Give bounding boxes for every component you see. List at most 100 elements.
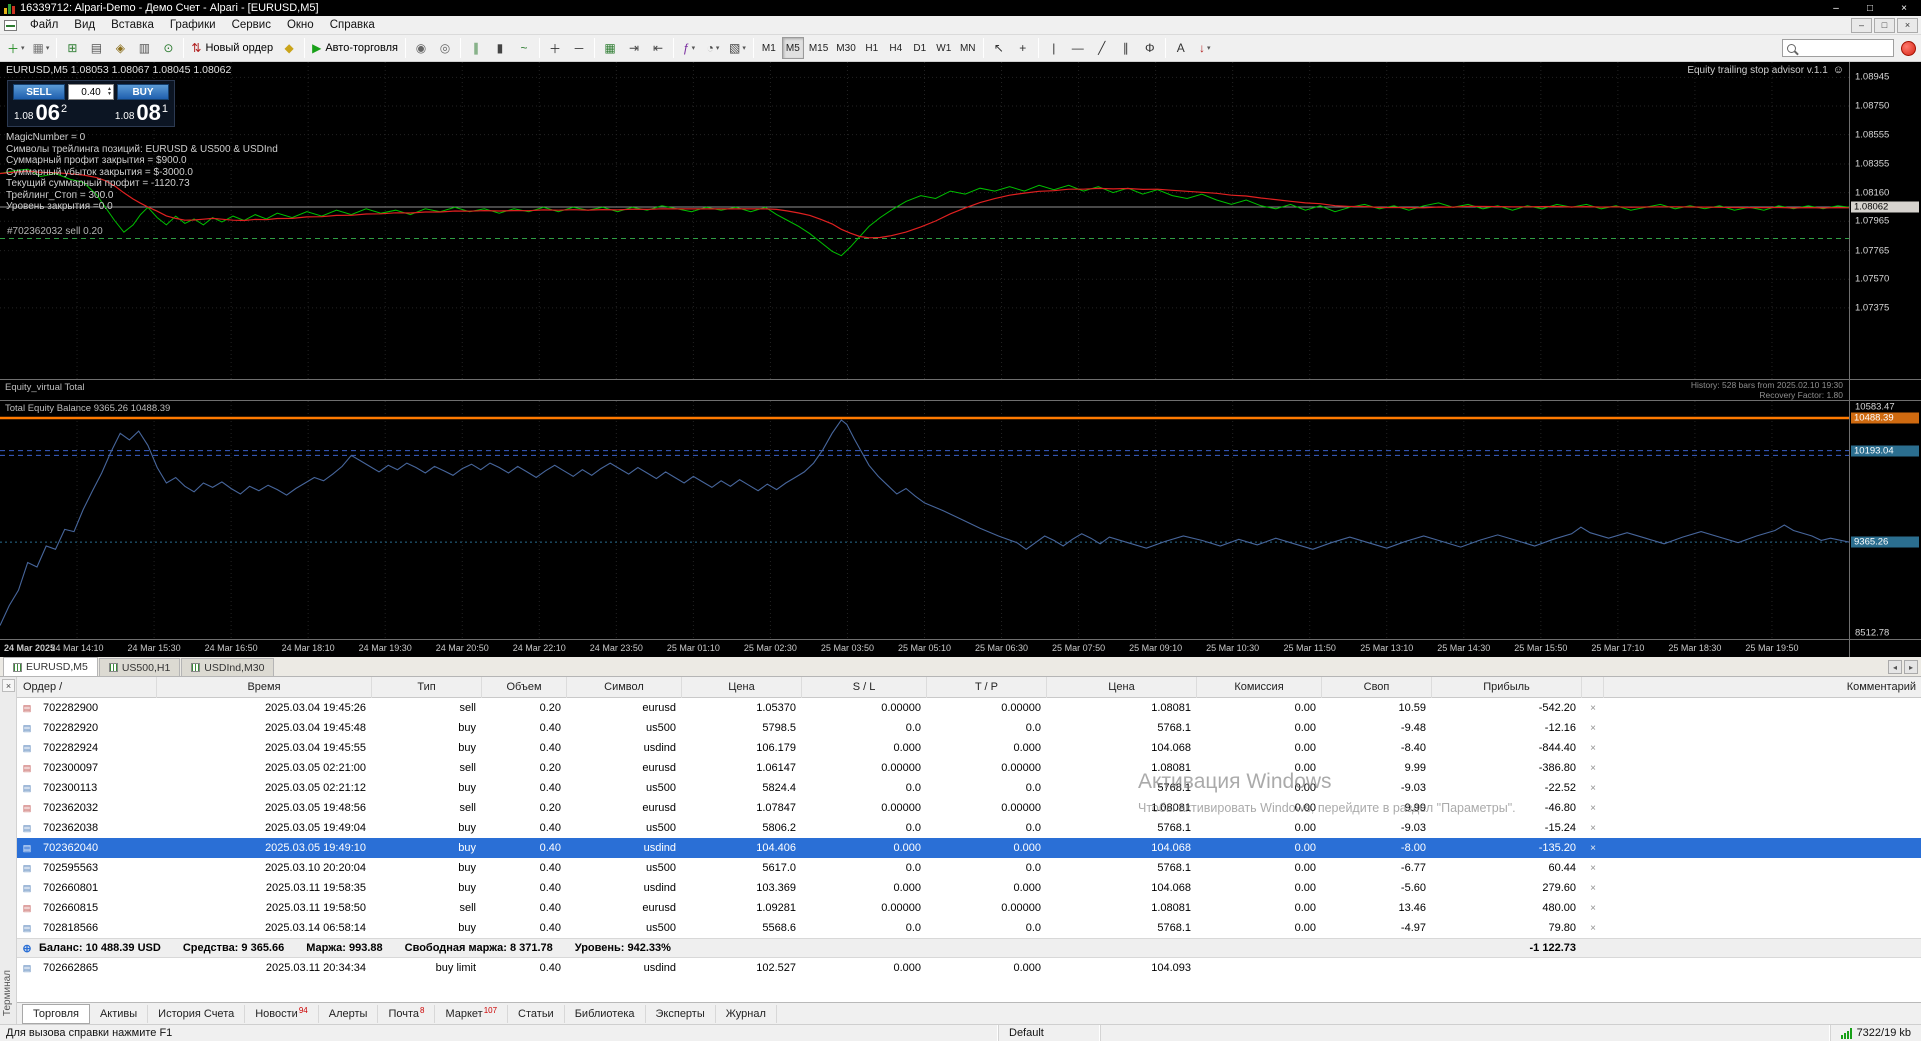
column-header[interactable]: Прибыль	[1432, 677, 1582, 698]
table-row[interactable]: ▤ 702660815 2025.03.11 19:58:50 sell 0.40 eur…	[17, 898, 1921, 918]
timeframe-h4[interactable]: H4	[885, 37, 907, 59]
mql5-community-icon[interactable]	[1901, 40, 1916, 56]
channel-button[interactable]: ∥	[1115, 37, 1137, 59]
menu-charts[interactable]: Графики	[162, 17, 224, 33]
column-header-comment[interactable]: Комментарий	[1604, 677, 1921, 698]
table-row[interactable]: ▤ 702300097 2025.03.05 02:21:00 sell 0.20 eur…	[17, 758, 1921, 778]
volume-input[interactable]: 0.40 ▲ ▼	[68, 84, 114, 100]
timeframe-w1[interactable]: W1	[933, 37, 955, 59]
time-axis[interactable]: 24 Mar 2025 24 Mar 14:10 24 Mar 15:30 24 Ma…	[0, 640, 1849, 657]
close-position-button[interactable]: ×	[1582, 883, 1604, 894]
candlestick-chart-button[interactable]: ▮	[489, 37, 511, 59]
tab-scroll-left-button[interactable]: ◂	[1888, 660, 1902, 674]
column-header[interactable]: Цена	[1047, 677, 1197, 698]
bar-chart-button[interactable]: ∥	[465, 37, 487, 59]
menu-help[interactable]: Справка	[322, 17, 383, 33]
indicator-scale[interactable]	[1850, 380, 1921, 400]
indicators-button[interactable]: ƒ ▾	[678, 37, 700, 59]
menu-tools[interactable]: Сервис	[224, 17, 279, 33]
timeframe-m1[interactable]: M1	[758, 37, 780, 59]
line-chart-button[interactable]: ~	[513, 37, 535, 59]
close-position-button[interactable]: ×	[1582, 783, 1604, 794]
close-position-button[interactable]: ×	[1582, 723, 1604, 734]
terminal-tab-journal[interactable]: Журнал	[716, 1004, 777, 1023]
market-watch-button[interactable]: ⊞	[61, 37, 83, 59]
community-button[interactable]: ◎	[434, 37, 456, 59]
terminal-tab-experts[interactable]: Эксперты	[646, 1004, 716, 1023]
close-position-button[interactable]: ×	[1582, 903, 1604, 914]
zoom-out-button[interactable]: －	[568, 37, 590, 59]
vertical-line-button[interactable]: |	[1043, 37, 1065, 59]
column-header[interactable]: Время	[157, 677, 372, 698]
close-position-button[interactable]: ×	[1582, 703, 1604, 714]
sound-button[interactable]: ◉	[410, 37, 432, 59]
column-header-order[interactable]: Ордер /	[17, 677, 157, 698]
crosshair-button[interactable]: +	[1012, 37, 1034, 59]
timeframe-m15[interactable]: M15	[806, 37, 831, 59]
table-row[interactable]: ▤ 702362040 2025.03.05 19:49:10 buy 0.40 usdi…	[17, 838, 1921, 858]
profile-selector[interactable]: Default	[998, 1025, 1100, 1041]
new-chart-button[interactable]: ＋ ▾	[4, 37, 28, 59]
equity-chart[interactable]: Total Equity Balance 9365.26 10488.39	[0, 401, 1849, 639]
table-row[interactable]: ▤ 702362032 2025.03.05 19:48:56 sell 0.20 eur…	[17, 798, 1921, 818]
column-header[interactable]: Своп	[1322, 677, 1432, 698]
fibonacci-button[interactable]: Φ	[1139, 37, 1161, 59]
sell-button[interactable]: SELL	[13, 84, 65, 100]
close-position-button[interactable]: ×	[1582, 823, 1604, 834]
close-position-button[interactable]: ×	[1582, 923, 1604, 934]
terminal-tab-account-history[interactable]: История Счета	[148, 1004, 246, 1023]
menu-view[interactable]: Вид	[66, 17, 103, 33]
column-header[interactable]: Комиссия	[1197, 677, 1322, 698]
volume-spinner[interactable]: ▲ ▼	[107, 85, 112, 99]
menu-insert[interactable]: Вставка	[103, 17, 162, 33]
chart-tab-us500-h1[interactable]: US500,H1	[98, 658, 181, 676]
tab-scroll-right-button[interactable]: ▸	[1904, 660, 1918, 674]
column-header[interactable]: T / P	[927, 677, 1047, 698]
close-position-button[interactable]: ×	[1582, 743, 1604, 754]
terminal-tab-market[interactable]: Маркет 107	[435, 1004, 509, 1023]
table-row[interactable]: ▤ 702818566 2025.03.14 06:58:14 buy 0.40 us50…	[17, 918, 1921, 938]
close-position-button[interactable]: ×	[1582, 843, 1604, 854]
terminal-tab-news[interactable]: Новости 94	[245, 1004, 319, 1023]
timeframe-d1[interactable]: D1	[909, 37, 931, 59]
chart-minimize-button[interactable]: –	[1851, 17, 1872, 33]
timeframe-m5[interactable]: M5	[781, 37, 804, 59]
terminal-close-button[interactable]: ×	[2, 679, 15, 692]
close-position-button[interactable]: ×	[1582, 803, 1604, 814]
table-row[interactable]: ▤ 702282920 2025.03.04 19:45:48 buy 0.40 us50…	[17, 718, 1921, 738]
column-header[interactable]: Объем	[482, 677, 567, 698]
chart-tab-usdind-m30[interactable]: USDInd,M30	[181, 658, 275, 676]
buy-button[interactable]: BUY	[117, 84, 169, 100]
cursor-button[interactable]: ↖	[988, 37, 1010, 59]
chart-shift-button[interactable]: ⇤	[647, 37, 669, 59]
terminal-tab-code-base[interactable]: Библиотека	[565, 1004, 646, 1023]
profiles-button[interactable]: ▦ ▾	[30, 37, 53, 59]
chart-restore-button[interactable]: □	[1874, 17, 1895, 33]
templates-button[interactable]: ▧ ▾	[726, 37, 749, 59]
menu-file[interactable]: Файл	[22, 17, 66, 33]
equity-scale[interactable]: 10583.47 10488.39 10193.04 9365.26 8512.78	[1850, 401, 1921, 639]
strategy-tester-button[interactable]: ⊙	[157, 37, 179, 59]
price-scale[interactable]: 1.08945 1.08750 1.08555 1.08355 1.08160 1.079…	[1850, 62, 1921, 379]
pending-order-row[interactable]: ▤ 702662865 2025.03.11 20:34:34 buy limit 0.…	[17, 958, 1921, 978]
equity-virtual-indicator-panel[interactable]: Equity_virtual Total History: 528 bars f…	[0, 380, 1849, 400]
table-row[interactable]: ▤ 702595563 2025.03.10 20:20:04 buy 0.40 us50…	[17, 858, 1921, 878]
terminal-tab-alerts[interactable]: Алерты	[319, 1004, 379, 1023]
metaeditor-button[interactable]: ◆	[278, 37, 300, 59]
terminal-tab-trade[interactable]: Торговля	[22, 1003, 90, 1024]
timeframe-m30[interactable]: M30	[833, 37, 858, 59]
auto-scroll-button[interactable]: ⇥	[623, 37, 645, 59]
search-input[interactable]	[1800, 41, 1893, 55]
table-row[interactable]: ▤ 702300113 2025.03.05 02:21:12 buy 0.40 us50…	[17, 778, 1921, 798]
column-header[interactable]: Тип	[372, 677, 482, 698]
minimize-button[interactable]: –	[1819, 0, 1853, 16]
terminal-tab-mailbox[interactable]: Почта 8	[378, 1004, 436, 1023]
terminal-tab-exposure[interactable]: Активы	[90, 1004, 149, 1023]
ea-smiley-icon[interactable]: ☺	[1833, 64, 1844, 76]
price-chart[interactable]: EURUSD,M5 1.08053 1.08067 1.08045 1.0806…	[0, 62, 1849, 379]
zoom-in-button[interactable]: ＋	[544, 37, 566, 59]
terminal-tab-articles[interactable]: Статьи	[508, 1004, 565, 1023]
text-button[interactable]: A	[1170, 37, 1192, 59]
new-order-button[interactable]: ⇅ Новый ордер	[188, 37, 276, 59]
trendline-button[interactable]: ╱	[1091, 37, 1113, 59]
